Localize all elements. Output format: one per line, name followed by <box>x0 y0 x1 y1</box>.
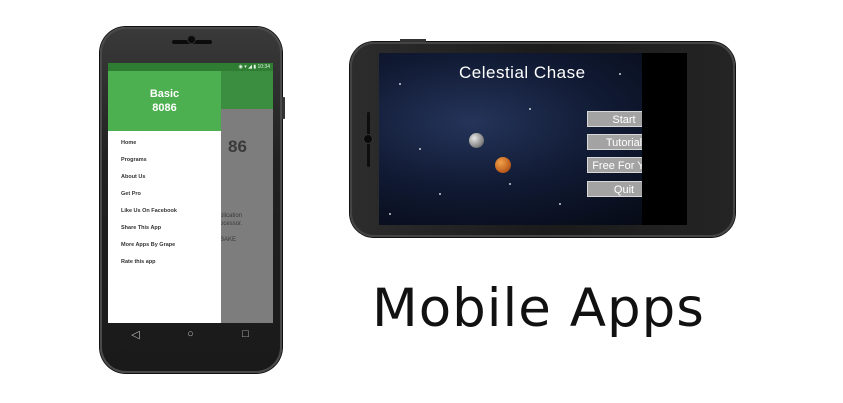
back-icon[interactable]: ◁ <box>121 328 151 341</box>
drawer-item-like-facebook[interactable]: Like Us On Facebook <box>121 203 221 220</box>
volume-button <box>400 39 426 42</box>
background-text-line: plication <box>220 213 243 219</box>
headline: Mobile Apps <box>372 278 705 339</box>
drawer-item-home[interactable]: Home <box>121 135 221 152</box>
drawer-item-about-us[interactable]: About Us <box>121 169 221 186</box>
status-icons: ◉ ▾ ◢ ▮ <box>238 64 258 70</box>
drawer-title-line1: Basic <box>149 88 180 100</box>
landscape-phone: Celestial Chase Start Tutorial Free For … <box>350 39 735 237</box>
drawer-title-line2: 8086 <box>152 102 177 114</box>
front-camera <box>188 36 195 43</box>
game-screen: Celestial Chase Start Tutorial Free For … <box>379 53 687 225</box>
orange-planet <box>495 157 511 173</box>
android-nav-bar: ◁ ○ □ <box>108 323 273 345</box>
grey-planet <box>469 133 484 148</box>
background-text-line: ocessor. <box>220 221 243 227</box>
power-button <box>282 97 285 119</box>
navigation-drawer: Basic 8086 Home Programs About Us Get Pr… <box>108 71 221 323</box>
hidden-nav-strip <box>642 53 687 225</box>
background-title: 86 <box>228 137 247 156</box>
status-time: 10:34 <box>257 64 270 70</box>
game-title: Celestial Chase <box>459 63 586 82</box>
drawer-item-share-app[interactable]: Share This App <box>121 220 221 237</box>
drawer-item-programs[interactable]: Programs <box>121 152 221 169</box>
status-bar: ◉ ▾ ◢ ▮ 10:34 <box>108 63 273 71</box>
portrait-screen: ◉ ▾ ◢ ▮ 10:34 86 plication ocessor. BAKE… <box>108 63 273 323</box>
recent-apps-icon[interactable]: □ <box>231 328 261 340</box>
portrait-phone: ◉ ▾ ◢ ▮ 10:34 86 plication ocessor. BAKE… <box>100 27 285 373</box>
drawer-item-rate-app[interactable]: Rate this app <box>121 254 221 271</box>
drawer-menu: Home Programs About Us Get Pro Like Us O… <box>108 131 221 271</box>
drawer-item-more-apps[interactable]: More Apps By Grape <box>121 237 221 254</box>
drawer-header: Basic 8086 <box>108 71 221 131</box>
home-icon[interactable]: ○ <box>176 328 206 340</box>
background-text-line: BAKE <box>220 237 237 243</box>
front-camera <box>364 135 372 143</box>
drawer-item-get-pro[interactable]: Get Pro <box>121 186 221 203</box>
